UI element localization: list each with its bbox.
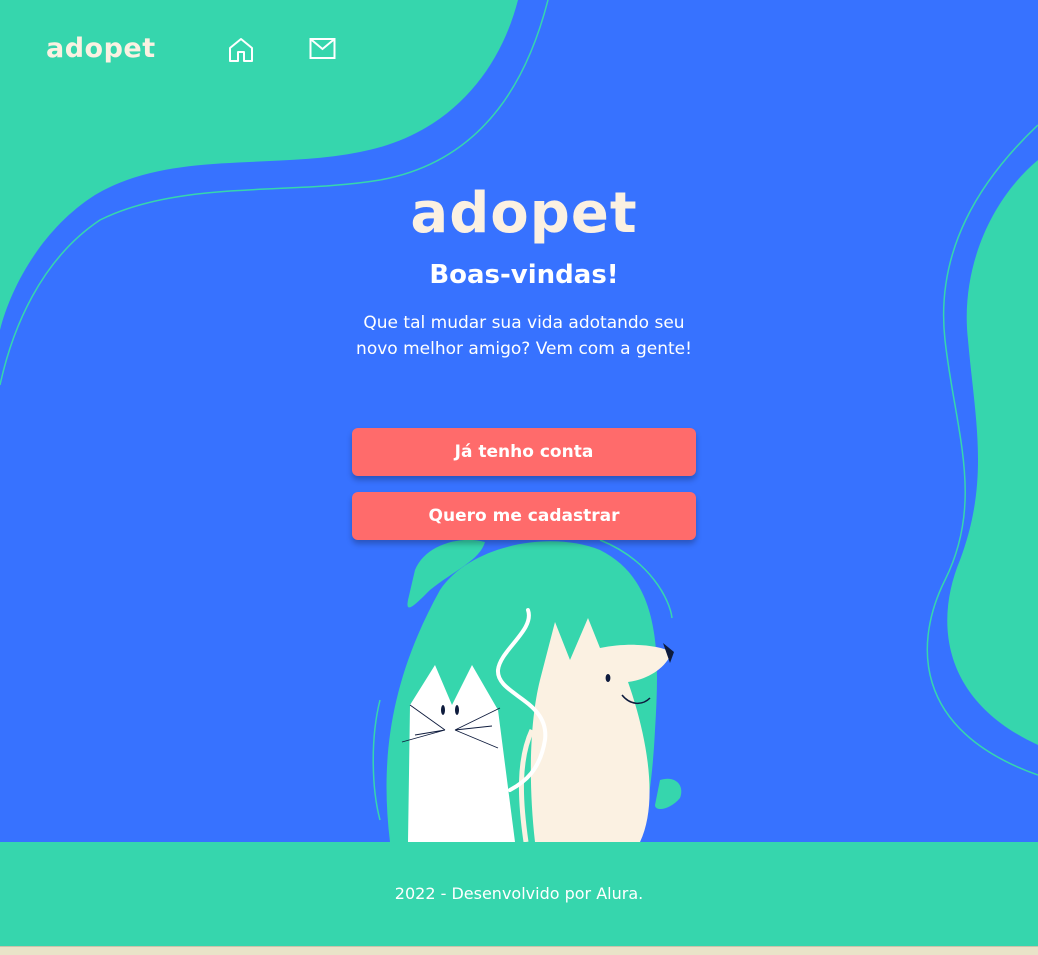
page-title: Boas-vindas! <box>429 260 619 290</box>
brand-logo: adopet <box>410 181 638 246</box>
home-icon[interactable] <box>228 37 254 63</box>
login-button[interactable]: Já tenho conta <box>352 428 696 476</box>
right-green-blob <box>947 160 1038 745</box>
pets-illustration <box>372 539 682 842</box>
intro-text: Que tal mudar sua vida adotando seu novo… <box>356 313 692 359</box>
nav-logo[interactable]: adopet <box>46 30 156 68</box>
signup-button[interactable]: Quero me cadastrar <box>352 492 696 540</box>
hero-section: adopet Boas-vindas! Que tal mudar sua vi… <box>344 180 704 362</box>
footer: 2022 - Desenvolvido por Alura. <box>0 842 1038 946</box>
top-navigation: adopet <box>0 0 1038 100</box>
footer-text: 2022 - Desenvolvido por Alura. <box>394 884 644 903</box>
mail-icon[interactable] <box>309 37 336 60</box>
